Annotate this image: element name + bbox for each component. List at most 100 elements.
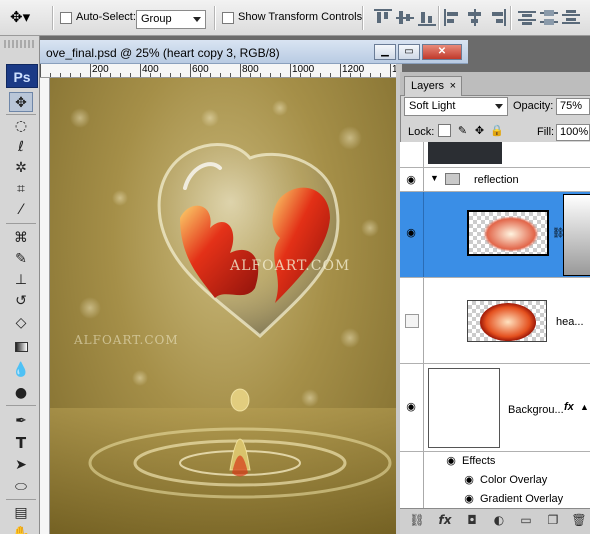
visibility-cell[interactable]	[400, 142, 424, 167]
dodge-tool-icon[interactable]: ●	[9, 383, 33, 403]
eye-icon[interactable]: ◉	[404, 174, 418, 185]
eye-icon[interactable]: ◉	[404, 227, 418, 238]
new-group-icon[interactable]: ▭	[517, 512, 535, 528]
chevron-down-icon	[193, 17, 201, 22]
show-transform-checkbox[interactable]	[222, 12, 234, 24]
distribute-centers-icon[interactable]	[540, 9, 558, 26]
horizontal-ruler: 2004006008001000120014001600	[40, 64, 396, 78]
shape-tool-icon[interactable]: ⬭	[9, 477, 33, 497]
layer-row[interactable]: ◉ Backgrou... fx ▲	[400, 364, 590, 452]
hand-tool-icon[interactable]: ✋	[9, 524, 33, 534]
effect-name: Gradient Overlay	[480, 493, 564, 505]
move-tool-preset-icon[interactable]: ✥▾	[10, 8, 44, 28]
align-left-edges-icon[interactable]	[444, 9, 462, 26]
photoshop-logo: Ps	[6, 64, 38, 88]
eraser-tool-icon[interactable]: ◇	[9, 313, 33, 333]
lock-transparent-pixels-icon[interactable]	[438, 124, 451, 137]
auto-select-label: Auto-Select:	[76, 11, 136, 23]
align-right-edges-icon[interactable]	[488, 9, 506, 26]
fx-indicator[interactable]: fx	[564, 401, 574, 413]
effect-row[interactable]: ◉ Gradient Overlay	[400, 489, 590, 508]
pen-tool-icon[interactable]: ✒	[9, 411, 33, 431]
close-button[interactable]: ✕	[422, 44, 462, 60]
visibility-toggle-off[interactable]	[405, 314, 419, 328]
watermark-text: ALFOART.COM	[73, 333, 179, 347]
eye-icon[interactable]: ◉	[462, 493, 476, 504]
lock-all-icon[interactable]: 🔒	[490, 124, 504, 137]
layer-row[interactable]: hea...	[400, 278, 590, 364]
auto-select-dropdown[interactable]: Group	[136, 10, 206, 29]
close-icon[interactable]: ×	[450, 77, 456, 95]
add-mask-icon[interactable]: ◘	[463, 512, 481, 528]
options-separator	[510, 6, 512, 30]
tab-layers-label: Layers	[411, 80, 445, 92]
distribute-bottom-icon[interactable]	[562, 9, 580, 26]
align-horizontal-centers-icon[interactable]	[466, 9, 484, 26]
move-tool-icon[interactable]: ✥	[9, 92, 33, 112]
eye-icon[interactable]: ◉	[462, 474, 476, 485]
layer-thumbnail	[467, 300, 547, 342]
blend-mode-dropdown[interactable]: Soft Light	[404, 97, 508, 116]
auto-select-checkbox[interactable]	[60, 12, 72, 24]
show-transform-label: Show Transform Controls	[238, 11, 363, 23]
lock-position-icon[interactable]: ✥	[473, 124, 486, 137]
clone-stamp-tool-icon[interactable]: ⊥	[9, 270, 33, 290]
crop-tool-icon[interactable]: ⌗	[9, 179, 33, 199]
maximize-button[interactable]: ▭	[398, 44, 420, 60]
layer-thumbnail	[467, 210, 549, 256]
visibility-cell[interactable]: ◉	[400, 168, 424, 191]
tool-separator	[6, 405, 36, 406]
path-selection-tool-icon[interactable]: ➤	[9, 455, 33, 475]
adjustment-layer-icon[interactable]: ◐	[490, 512, 508, 528]
blur-tool-icon[interactable]: 💧	[9, 360, 33, 380]
link-layers-icon[interactable]: ⛓	[408, 512, 426, 528]
align-bottom-edges-icon[interactable]	[418, 9, 436, 26]
tool-separator	[6, 223, 36, 224]
tab-layers[interactable]: Layers ×	[404, 76, 462, 96]
document-title: ove_final.psd @ 25% (heart copy 3, RGB/8…	[46, 46, 280, 60]
document-canvas[interactable]: ALFOART.COM ALFOART.COM	[50, 78, 396, 534]
add-layer-style-icon[interactable]: fx	[436, 512, 454, 528]
eye-icon[interactable]: ◉	[444, 455, 458, 466]
eyedropper-tool-icon[interactable]: ⁄	[9, 200, 33, 220]
expand-arrow-icon[interactable]: ▼	[430, 173, 439, 183]
fill-input[interactable]: 100%	[556, 124, 590, 141]
layer-group-row[interactable]: ◉ ▼ reflection	[400, 168, 590, 192]
visibility-cell[interactable]: ◉	[400, 192, 424, 277]
effect-row[interactable]: ◉ Color Overlay	[400, 470, 590, 489]
tool-separator	[6, 499, 36, 500]
healing-brush-tool-icon[interactable]: ⌘	[9, 228, 33, 248]
effects-row[interactable]: ◉ Effects	[400, 452, 590, 470]
panel-grip[interactable]	[4, 40, 36, 48]
blend-mode-value: Soft Light	[409, 100, 456, 112]
visibility-cell[interactable]	[400, 278, 424, 363]
new-layer-icon[interactable]: ❐	[544, 512, 562, 528]
brush-tool-icon[interactable]: ✎	[9, 249, 33, 269]
minimize-button[interactable]: ▁	[374, 44, 396, 60]
history-brush-tool-icon[interactable]: ↺	[9, 291, 33, 311]
layer-mask-thumbnail[interactable]	[563, 194, 590, 276]
type-tool-icon[interactable]: T	[9, 433, 33, 453]
chevron-down-icon	[495, 104, 503, 109]
layer-row[interactable]	[400, 142, 590, 168]
visibility-cell	[400, 489, 424, 508]
eye-icon[interactable]: ◉	[404, 401, 418, 412]
align-top-edges-icon[interactable]	[374, 9, 392, 26]
lock-image-pixels-icon[interactable]: ✎	[456, 124, 469, 137]
group-name: reflection	[474, 174, 519, 186]
expand-effects-icon[interactable]: ▲	[580, 402, 589, 412]
marquee-tool-icon[interactable]: ◌	[9, 116, 33, 136]
options-separator	[214, 6, 216, 30]
distribute-top-icon[interactable]	[518, 9, 536, 26]
visibility-cell[interactable]: ◉	[400, 364, 424, 451]
lasso-tool-icon[interactable]: ℓ	[9, 137, 33, 157]
gradient-tool-icon[interactable]	[9, 337, 33, 357]
align-vertical-centers-icon[interactable]	[396, 9, 414, 26]
trash-icon[interactable]: 🗑	[570, 512, 588, 528]
magic-wand-tool-icon[interactable]: ✲	[9, 158, 33, 178]
opacity-input[interactable]: 75%	[556, 98, 590, 115]
folder-icon	[445, 173, 460, 185]
layer-row-active[interactable]: ◉ ⛓	[400, 192, 590, 278]
notes-tool-icon[interactable]: ▤	[9, 503, 33, 523]
options-separator	[362, 6, 364, 30]
